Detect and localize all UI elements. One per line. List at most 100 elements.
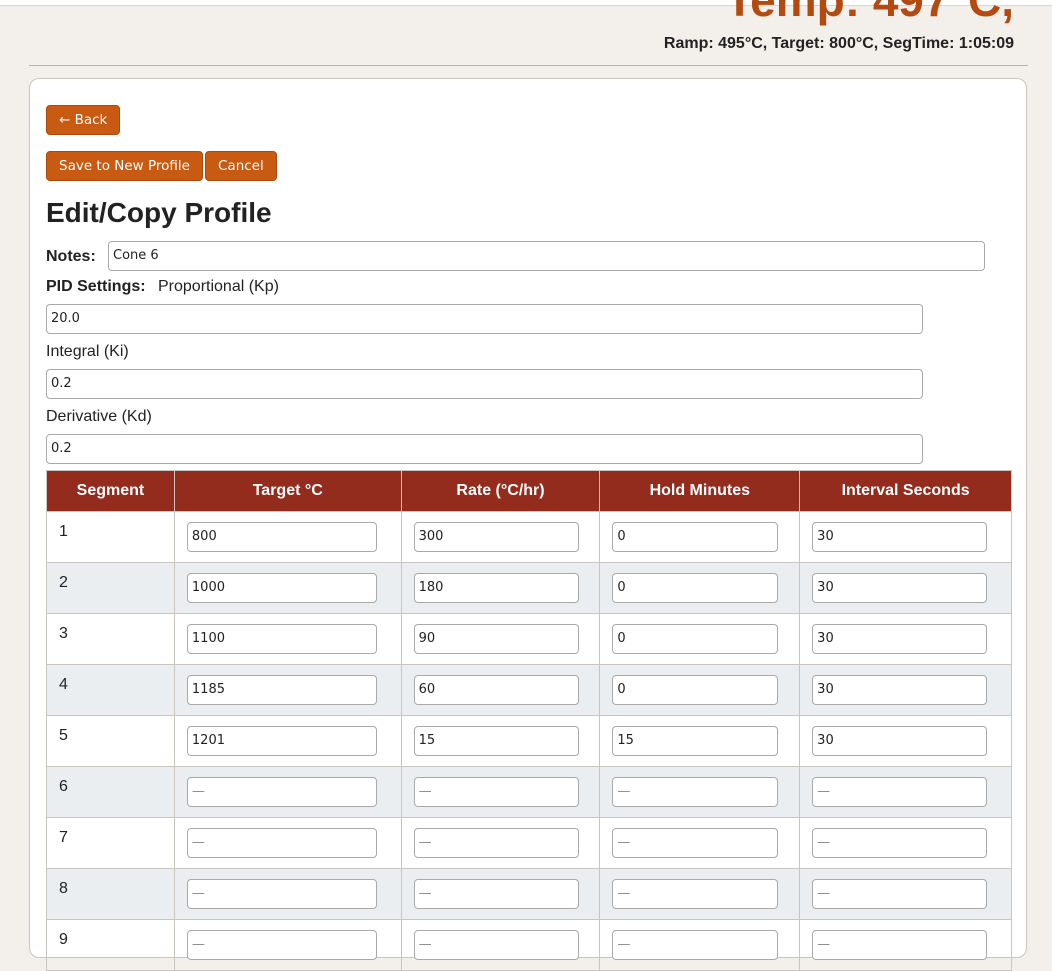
cell-target: 1201 [173, 715, 402, 767]
target-input[interactable]: — [186, 879, 377, 909]
cell-interval: — [799, 868, 1012, 920]
firing-status: Ramp: 495°C, Target: 800°C, SegTime: 1:0… [663, 35, 1014, 52]
cell-rate: — [400, 817, 601, 869]
target-input[interactable]: — [186, 777, 377, 807]
table-row: 1 800 300 0 30 [46, 511, 1012, 563]
rate-input[interactable]: 60 [413, 675, 579, 705]
table-row: 5 1201 15 15 30 [46, 715, 1012, 767]
target-input[interactable]: 800 [186, 522, 377, 552]
hold-input[interactable]: — [612, 879, 779, 909]
rate-input[interactable]: — [413, 828, 579, 858]
cell-interval: 30 [799, 511, 1012, 563]
cell-rate: 15 [400, 715, 601, 767]
segment-number: 1 [46, 511, 175, 563]
rate-input[interactable]: — [413, 879, 579, 909]
ki-input[interactable]: 0.2 [46, 369, 923, 399]
cell-rate: — [400, 919, 601, 971]
cell-target: 1185 [173, 664, 402, 716]
segments-table: Segment Target °C Rate (°C/hr) Hold Minu… [46, 470, 1012, 971]
cell-target: — [173, 817, 402, 869]
interval-input[interactable]: — [812, 777, 988, 807]
page-title: Edit/Copy Profile [46, 197, 272, 228]
interval-input[interactable]: 30 [812, 624, 988, 654]
kp-label: Proportional (Kp) [158, 278, 279, 295]
cell-rate: — [400, 766, 601, 818]
target-input[interactable]: — [186, 828, 377, 858]
segment-number: 6 [46, 766, 175, 818]
rate-input[interactable]: 300 [413, 522, 579, 552]
cell-target: — [173, 868, 402, 920]
hold-input[interactable]: — [612, 930, 779, 960]
target-input[interactable]: — [186, 930, 377, 960]
cell-rate: 60 [400, 664, 601, 716]
table-row: 2 1000 180 0 30 [46, 562, 1012, 614]
cell-hold: 15 [599, 715, 801, 767]
table-row: 9 — — — — [46, 919, 1012, 971]
target-input[interactable]: 1201 [186, 726, 377, 756]
rate-input[interactable]: 180 [413, 573, 579, 603]
rate-input[interactable]: 90 [413, 624, 579, 654]
hold-input[interactable]: 0 [612, 573, 779, 603]
rate-input[interactable]: — [413, 930, 579, 960]
target-input[interactable]: 1185 [186, 675, 377, 705]
cell-hold: — [599, 817, 801, 869]
cell-hold: 0 [599, 664, 801, 716]
interval-input[interactable]: 30 [812, 675, 988, 705]
cell-hold: 0 [599, 562, 801, 614]
cell-interval: 30 [799, 562, 1012, 614]
back-button[interactable]: ← Back [46, 105, 121, 135]
segment-number: 2 [46, 562, 175, 614]
interval-input[interactable]: — [812, 930, 988, 960]
hold-input[interactable]: 15 [612, 726, 779, 756]
cell-rate: 90 [400, 613, 601, 665]
interval-input[interactable]: 30 [812, 573, 988, 603]
cell-interval: 30 [799, 715, 1012, 767]
notes-label: Notes: [46, 248, 96, 265]
hold-input[interactable]: 0 [612, 624, 779, 654]
cell-target: 1000 [173, 562, 402, 614]
rate-input[interactable]: 15 [413, 726, 579, 756]
col-header-rate: Rate (°C/hr) [400, 470, 601, 512]
table-row: 8 — — — — [46, 868, 1012, 920]
cell-hold: — [599, 766, 801, 818]
cell-hold: 0 [599, 511, 801, 563]
kp-input[interactable]: 20.0 [46, 304, 923, 334]
table-row: 4 1185 60 0 30 [46, 664, 1012, 716]
cell-hold: 0 [599, 613, 801, 665]
cell-hold: — [599, 919, 801, 971]
kd-label: Derivative (Kd) [46, 408, 152, 425]
cell-rate: 300 [400, 511, 601, 563]
col-header-target: Target °C [173, 470, 402, 512]
cell-rate: — [400, 868, 601, 920]
rate-input[interactable]: — [413, 777, 579, 807]
cell-interval: — [799, 919, 1012, 971]
segment-number: 5 [46, 715, 175, 767]
current-temp-display: Temp: 497°C, [725, 0, 1014, 26]
hold-input[interactable]: — [612, 828, 779, 858]
cell-target: — [173, 919, 402, 971]
interval-input[interactable]: 30 [812, 726, 988, 756]
kd-input[interactable]: 0.2 [46, 434, 923, 464]
cell-target: 800 [173, 511, 402, 563]
segment-number: 3 [46, 613, 175, 665]
target-input[interactable]: 1000 [186, 573, 377, 603]
cancel-button[interactable]: Cancel [205, 151, 277, 181]
segment-number: 9 [46, 919, 175, 971]
segment-number: 4 [46, 664, 175, 716]
ki-label: Integral (Ki) [46, 343, 129, 360]
save-to-new-profile-button[interactable]: Save to New Profile [46, 151, 203, 181]
col-header-interval: Interval Seconds [799, 470, 1012, 512]
table-row: 7 — — — — [46, 817, 1012, 869]
cell-target: 1100 [173, 613, 402, 665]
hold-input[interactable]: 0 [612, 675, 779, 705]
target-input[interactable]: 1100 [186, 624, 377, 654]
notes-input[interactable]: Cone 6 [108, 241, 985, 271]
hold-input[interactable]: — [612, 777, 779, 807]
hold-input[interactable]: 0 [612, 522, 779, 552]
interval-input[interactable]: — [812, 828, 988, 858]
cell-interval: 30 [799, 613, 1012, 665]
interval-input[interactable]: 30 [812, 522, 988, 552]
interval-input[interactable]: — [812, 879, 988, 909]
cell-interval: 30 [799, 664, 1012, 716]
cell-interval: — [799, 766, 1012, 818]
